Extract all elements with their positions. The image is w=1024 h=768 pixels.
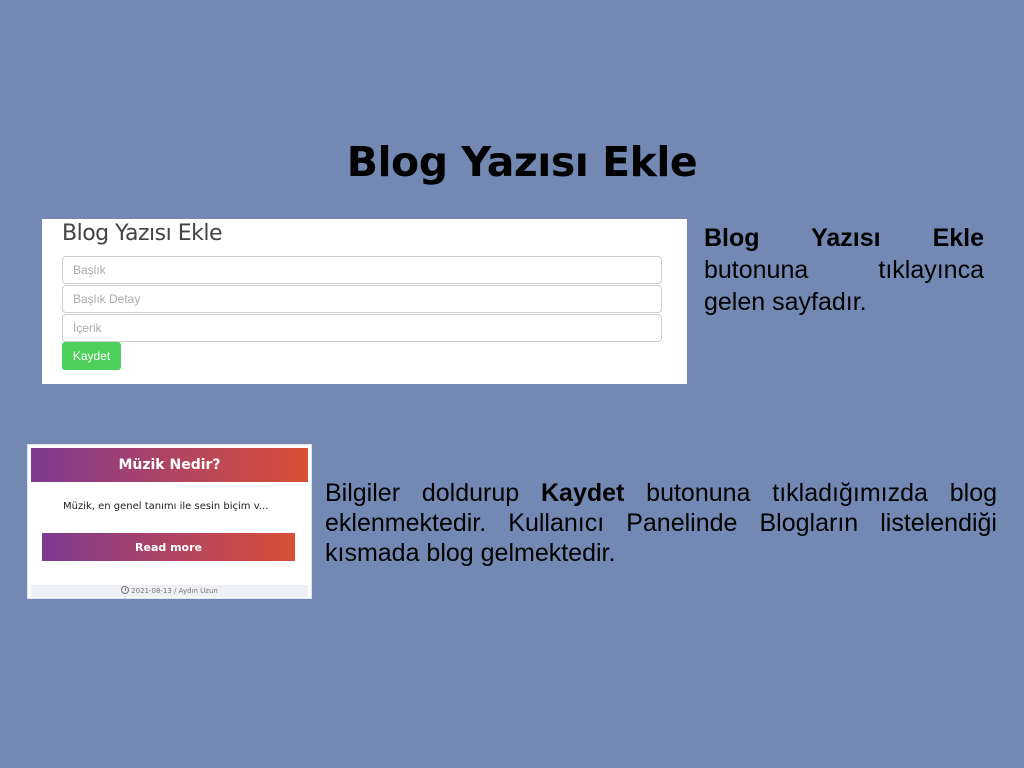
clock-icon [121,586,130,594]
read-more-button[interactable]: Read more [42,533,295,561]
card-meta: 2021-08-13 / Aydın Uzun [31,585,308,597]
description-card-bold: Kaydet [540,479,625,507]
description-card-before: Bilgiler doldurup [325,479,541,507]
card-meta-text: 2021-08-13 / Aydın Uzun [131,587,218,595]
form-heading: Blog Yazısı Ekle [62,221,223,246]
title-input[interactable] [62,256,662,284]
description-form-bold: Blog Yazısı Ekle [704,224,984,252]
save-button[interactable]: Kaydet [62,342,121,370]
blog-form-screenshot: Blog Yazısı Ekle Kaydet [42,219,687,384]
card-excerpt: Müzik, en genel tanımı ile sesin biçim v… [63,501,269,512]
blog-card-screenshot: Müzik Nedir? Müzik, en genel tanımı ile … [27,444,312,599]
slide-title: Blog Yazısı Ekle [346,138,698,186]
card-title: Müzik Nedir? [31,448,308,482]
description-form: Blog Yazısı Ekle butonuna tıklayınca gel… [704,222,984,318]
content-input[interactable] [62,314,662,342]
description-card: Bilgiler doldurup Kaydet butonuna tıklad… [325,478,997,568]
description-form-text: butonuna tıklayınca gelen sayfadır. [704,256,984,316]
title-detail-input[interactable] [62,285,662,313]
